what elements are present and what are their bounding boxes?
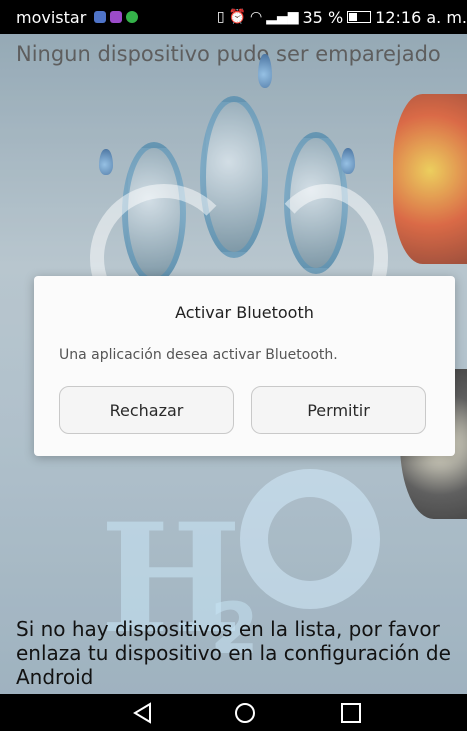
help-text-line: enlaza tu dispositivo en la configuració… [16, 641, 451, 665]
battery-icon [347, 11, 372, 23]
clock: 12:16 a. m. [375, 7, 467, 27]
wifi-icon: ◠ [249, 9, 263, 25]
recent-apps-icon[interactable] [338, 700, 364, 726]
chat-bubble-icon [94, 11, 107, 23]
bluetooth-permission-dialog: Activar Bluetooth Una aplicación desea a… [34, 276, 455, 456]
battery-percent: 35 % [302, 7, 344, 27]
status-bar-right: ▯ ⏰ ◠ ▂▄▆ 35 % 12:16 a. m. [217, 8, 467, 27]
whatsapp-icon [126, 11, 139, 23]
navigation-bar [0, 694, 467, 731]
status-bar: movistar ▯ ⏰ ◠ ▂▄▆ 35 % 12:16 a. m. [0, 0, 467, 34]
dialog-message: Una aplicación desea activar Bluetooth. [59, 347, 338, 363]
carrier-name: movistar [16, 7, 87, 27]
help-text-line: Si no hay dispositivos en la lista, por … [16, 617, 440, 641]
phone-screen: movistar ▯ ⏰ ◠ ▂▄▆ 35 % 12:16 a. m. Ning… [0, 0, 467, 731]
alarm-icon: ⏰ [228, 9, 246, 25]
dialog-title: Activar Bluetooth [175, 303, 314, 322]
home-icon[interactable] [232, 700, 258, 726]
help-text-line: Android [16, 665, 94, 689]
help-text: Si no hay dispositivos en la lista, por … [16, 617, 467, 689]
gallery-icon [110, 11, 123, 23]
reject-button[interactable]: Rechazar [59, 386, 234, 434]
signal-icon: ▂▄▆ [266, 9, 299, 25]
back-icon[interactable] [130, 700, 156, 726]
allow-button[interactable]: Permitir [251, 386, 426, 434]
vibrate-icon: ▯ [216, 9, 225, 25]
status-bar-left: movistar [16, 7, 139, 27]
